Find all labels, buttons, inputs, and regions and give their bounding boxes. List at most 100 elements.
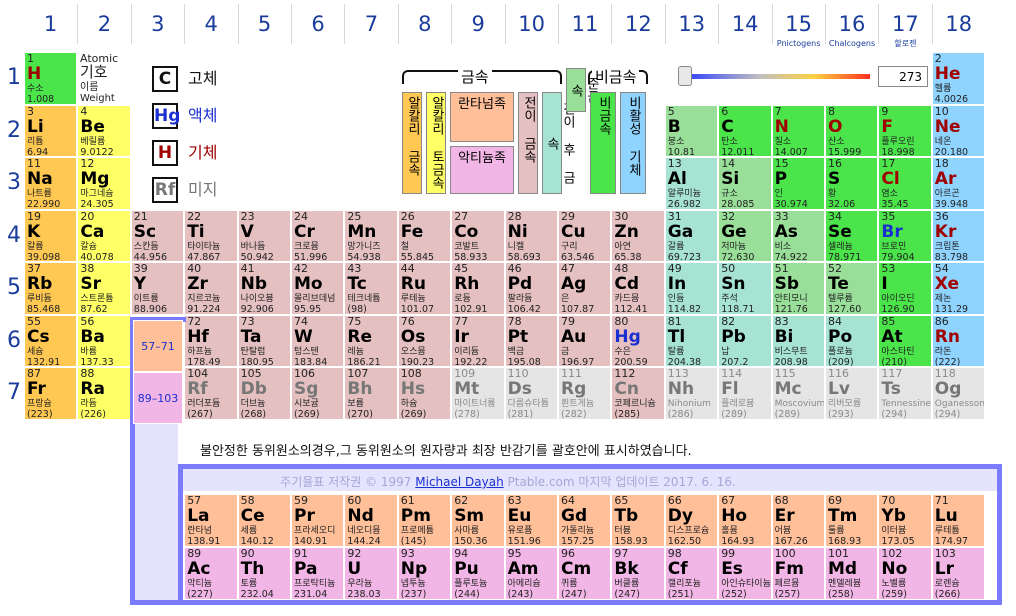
element-cell-pa[interactable]: 91 Pa 프로탁티늄 231.04: [291, 547, 345, 600]
element-cell-ra[interactable]: 88 Ra 라듐 (226): [77, 367, 131, 420]
element-cell-mo[interactable]: 42 Mo 몰리브데넘 95.95: [291, 262, 345, 315]
element-cell-es[interactable]: 99 Es 아인슈타이늄 (252): [718, 547, 772, 600]
element-cell-cs[interactable]: 55 Cs 세슘 132.91: [24, 314, 78, 367]
actinide-range-cell[interactable]: 89–103: [133, 372, 183, 424]
element-cell-cu[interactable]: 29 Cu 구리 63.546: [558, 209, 612, 262]
element-cell-fe[interactable]: 26 Fe 철 55.845: [397, 209, 452, 262]
element-cell-mt[interactable]: 109 Mt 마이트너륨 (278): [451, 367, 505, 420]
element-cell-p[interactable]: 15 P 인 30.974: [771, 157, 825, 210]
temperature-slider[interactable]: [676, 66, 872, 88]
element-cell-fl[interactable]: 114 Fl 플레로븀 (289): [718, 367, 772, 420]
element-cell-v[interactable]: 23 V 바나듐 50.942: [237, 209, 291, 262]
element-cell-ce[interactable]: 58 Ce 세륨 140.12: [237, 494, 291, 547]
element-cell-n[interactable]: 7 N 질소 14.007: [771, 104, 825, 157]
element-cell-th[interactable]: 90 Th 토륨 232.04: [237, 547, 291, 600]
element-cell-c[interactable]: 6 C 탄소 12.011: [718, 104, 772, 157]
element-cell-bh[interactable]: 107 Bh 보륨 (270): [344, 367, 398, 420]
element-cell-ar[interactable]: 18 Ar 아르곤 39.948: [931, 157, 986, 210]
element-cell-li[interactable]: 3 Li 리튬 6.94: [24, 104, 78, 157]
element-cell-pr[interactable]: 59 Pr 프라세오디 140.91: [291, 494, 345, 547]
legend-category-1[interactable]: 알칼리 토금속: [426, 92, 446, 194]
element-cell-be[interactable]: 4 Be 베릴륨 9.0122: [77, 104, 131, 157]
element-cell-bi[interactable]: 83 Bi 비스무트 208.98: [771, 314, 825, 367]
element-cell-hs[interactable]: 108 Hs 하슘 (269): [397, 367, 452, 420]
element-cell-k[interactable]: 19 K 칼륨 39.098: [24, 209, 78, 262]
element-cell-si[interactable]: 14 Si 규소 28.085: [718, 157, 772, 210]
element-cell-br[interactable]: 35 Br 브로민 79.904: [878, 209, 932, 262]
element-cell-er[interactable]: 68 Er 어븀 167.26: [771, 494, 825, 547]
element-cell-ge[interactable]: 32 Ge 저마늄 72.630: [718, 209, 772, 262]
element-cell-ti[interactable]: 22 Ti 타이타늄 47.867: [184, 209, 238, 262]
legend-category-4[interactable]: 전이 금속: [518, 92, 538, 194]
element-cell-db[interactable]: 105 Db 더브늄 (268): [237, 367, 291, 420]
element-cell-pt[interactable]: 78 Pt 백금 195.08: [504, 314, 558, 367]
element-cell-h[interactable]: 1 H 수소 1.008: [24, 52, 78, 105]
element-cell-rh[interactable]: 45 Rh 로듐 102.91: [451, 262, 505, 315]
element-cell-ca[interactable]: 20 Ca 칼슘 40.078: [77, 209, 131, 262]
element-cell-ba[interactable]: 56 Ba 바륨 137.33: [77, 314, 131, 367]
element-cell-tl[interactable]: 81 Tl 탈륨 204.38: [664, 314, 719, 367]
element-cell-au[interactable]: 79 Au 금 196.97: [558, 314, 612, 367]
element-cell-sc[interactable]: 21 Sc 스칸듐 44.956: [130, 209, 185, 262]
element-cell-o[interactable]: 8 O 산소 15.999: [825, 104, 879, 157]
element-cell-cd[interactable]: 48 Cd 카드뮴 112.41: [611, 262, 665, 315]
element-cell-lu[interactable]: 71 Lu 루테튬 174.97: [931, 494, 986, 547]
element-cell-at[interactable]: 85 At 아스타틴 (210): [878, 314, 932, 367]
element-cell-se[interactable]: 34 Se 셀레늄 78.971: [825, 209, 879, 262]
temperature-input[interactable]: [878, 66, 928, 87]
element-cell-xe[interactable]: 54 Xe 제논 131.29: [931, 262, 986, 315]
element-cell-ni[interactable]: 28 Ni 니켈 58.693: [504, 209, 558, 262]
element-cell-w[interactable]: 74 W 텅스텐 183.84: [291, 314, 345, 367]
element-cell-rf[interactable]: 104 Rf 러더포듐 (267): [184, 367, 238, 420]
legend-category-8[interactable]: 비활성 기체: [620, 92, 646, 194]
element-cell-sb[interactable]: 51 Sb 안티모니 121.76: [771, 262, 825, 315]
element-cell-yb[interactable]: 70 Yb 이터븀 173.05: [878, 494, 932, 547]
element-cell-no[interactable]: 102 No 노벨륨 (259): [878, 547, 932, 600]
element-cell-rn[interactable]: 86 Rn 라돈 (222): [931, 314, 986, 367]
element-cell-na[interactable]: 11 Na 나트륨 22.990: [24, 157, 78, 210]
element-cell-b[interactable]: 5 B 붕소 10.81: [664, 104, 719, 157]
element-cell-hg[interactable]: 80 Hg 수은 200.59: [611, 314, 665, 367]
element-cell-os[interactable]: 76 Os 오스뮴 190.23: [397, 314, 452, 367]
element-cell-te[interactable]: 52 Te 텔루륨 127.60: [825, 262, 879, 315]
element-cell-i[interactable]: 53 I 아이오딘 126.90: [878, 262, 932, 315]
element-cell-bk[interactable]: 97 Bk 버클륨 (247): [611, 547, 665, 600]
element-cell-po[interactable]: 84 Po 폴로늄 (209): [825, 314, 879, 367]
element-cell-ta[interactable]: 73 Ta 탄탈럼 180.95: [237, 314, 291, 367]
element-cell-rg[interactable]: 111 Rg 뢴트게늄 (282): [558, 367, 612, 420]
element-cell-pb[interactable]: 82 Pb 납 207.2: [718, 314, 772, 367]
element-cell-eu[interactable]: 63 Eu 유로퓸 151.96: [504, 494, 558, 547]
element-cell-np[interactable]: 93 Np 넵투늄 (237): [397, 547, 452, 600]
legend-category-2[interactable]: 란타넘족: [450, 92, 514, 142]
element-cell-og[interactable]: 118 Og Oganesson (294): [931, 367, 986, 420]
legend-category-0[interactable]: 알칼리 금속: [402, 92, 422, 194]
element-cell-am[interactable]: 95 Am 아메리슘 (243): [504, 547, 558, 600]
element-cell-cl[interactable]: 17 Cl 염소 35.45: [878, 157, 932, 210]
element-cell-f[interactable]: 9 F 플루오린 18.998: [878, 104, 932, 157]
element-cell-kr[interactable]: 36 Kr 크립톤 83.798: [931, 209, 986, 262]
element-cell-mg[interactable]: 12 Mg 마그네슘 24.305: [77, 157, 131, 210]
element-cell-tc[interactable]: 43 Tc 테크네튬 (98): [344, 262, 398, 315]
element-cell-al[interactable]: 13 Al 알루미늄 26.982: [664, 157, 719, 210]
element-cell-pd[interactable]: 46 Pd 팔라듐 106.42: [504, 262, 558, 315]
element-cell-ho[interactable]: 67 Ho 홀뮴 164.93: [718, 494, 772, 547]
element-cell-nh[interactable]: 113 Nh Nihonium (286): [664, 367, 719, 420]
element-cell-nd[interactable]: 60 Nd 네오디뮴 144.24: [344, 494, 398, 547]
element-cell-lr[interactable]: 103 Lr 로렌슘 (266): [931, 547, 986, 600]
element-cell-tm[interactable]: 69 Tm 툴륨 168.93: [825, 494, 879, 547]
element-cell-sm[interactable]: 62 Sm 사마륨 150.36: [451, 494, 505, 547]
element-cell-he[interactable]: 2 He 헬륨 4.0026: [931, 52, 986, 105]
element-cell-in[interactable]: 49 In 인듐 114.82: [664, 262, 719, 315]
element-cell-rb[interactable]: 37 Rb 루비듐 85.468: [24, 262, 78, 315]
element-cell-ds[interactable]: 110 Ds 다름슈타튬 (281): [504, 367, 558, 420]
element-cell-fm[interactable]: 100 Fm 페르뮴 (257): [771, 547, 825, 600]
element-cell-hf[interactable]: 72 Hf 하프늄 178.49: [184, 314, 238, 367]
element-cell-cm[interactable]: 96 Cm 퀴륨 (247): [558, 547, 612, 600]
element-cell-u[interactable]: 92 U 우라늄 238.03: [344, 547, 398, 600]
element-cell-ru[interactable]: 44 Ru 루테늄 101.07: [397, 262, 452, 315]
element-cell-gd[interactable]: 64 Gd 가돌리늄 157.25: [558, 494, 612, 547]
element-cell-s[interactable]: 16 S 황 32.06: [825, 157, 879, 210]
legend-category-7[interactable]: 비금속: [590, 92, 616, 194]
element-cell-mc[interactable]: 115 Mc Moscovium (289): [771, 367, 825, 420]
element-cell-pu[interactable]: 94 Pu 플루토늄 (244): [451, 547, 505, 600]
